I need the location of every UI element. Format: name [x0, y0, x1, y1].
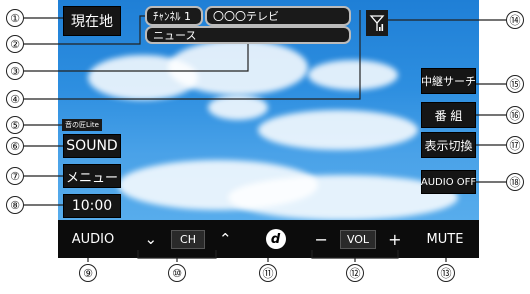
callout-7-label: ⑦ — [10, 169, 20, 183]
callout-13: ⑬ — [437, 264, 455, 282]
callout-5-label: ⑤ — [10, 118, 20, 132]
callout-17-label: ⑰ — [509, 139, 521, 152]
callout-15-label: ⑮ — [509, 78, 521, 91]
callout-11: ⑪ — [259, 264, 277, 282]
callout-10: ⑩ — [168, 264, 186, 282]
callout-13-label: ⑬ — [440, 267, 452, 280]
callout-6-label: ⑥ — [10, 139, 20, 153]
callout-3: ③ — [6, 62, 24, 80]
callout-leader-lines — [24, 10, 506, 262]
callout-15: ⑮ — [506, 75, 524, 93]
callout-10-label: ⑩ — [172, 266, 182, 280]
callout-8-label: ⑧ — [10, 198, 20, 212]
callout-18: ⑱ — [506, 173, 524, 191]
callout-4-label: ④ — [10, 92, 20, 106]
callout-8: ⑧ — [6, 196, 24, 214]
callout-17: ⑰ — [506, 136, 524, 154]
callout-14: ⑭ — [506, 11, 524, 29]
callout-6: ⑥ — [6, 137, 24, 155]
callout-1-label: ① — [10, 11, 20, 25]
callout-2-label: ② — [10, 37, 20, 51]
callout-7: ⑦ — [6, 167, 24, 185]
callout-16-label: ⑯ — [509, 109, 521, 122]
callout-14-label: ⑭ — [509, 14, 521, 27]
callout-12: ⑫ — [346, 264, 364, 282]
callout-11-label: ⑪ — [262, 267, 274, 280]
callout-1: ① — [6, 9, 24, 27]
callout-3-label: ③ — [10, 64, 20, 78]
callout-2: ② — [6, 35, 24, 53]
callout-4: ④ — [6, 90, 24, 108]
callout-5: ⑤ — [6, 116, 24, 134]
callout-12-label: ⑫ — [349, 267, 361, 280]
callout-9-label: ⑨ — [83, 266, 93, 280]
callout-16: ⑯ — [506, 106, 524, 124]
callout-9: ⑨ — [79, 264, 97, 282]
callout-18-label: ⑱ — [509, 176, 521, 189]
